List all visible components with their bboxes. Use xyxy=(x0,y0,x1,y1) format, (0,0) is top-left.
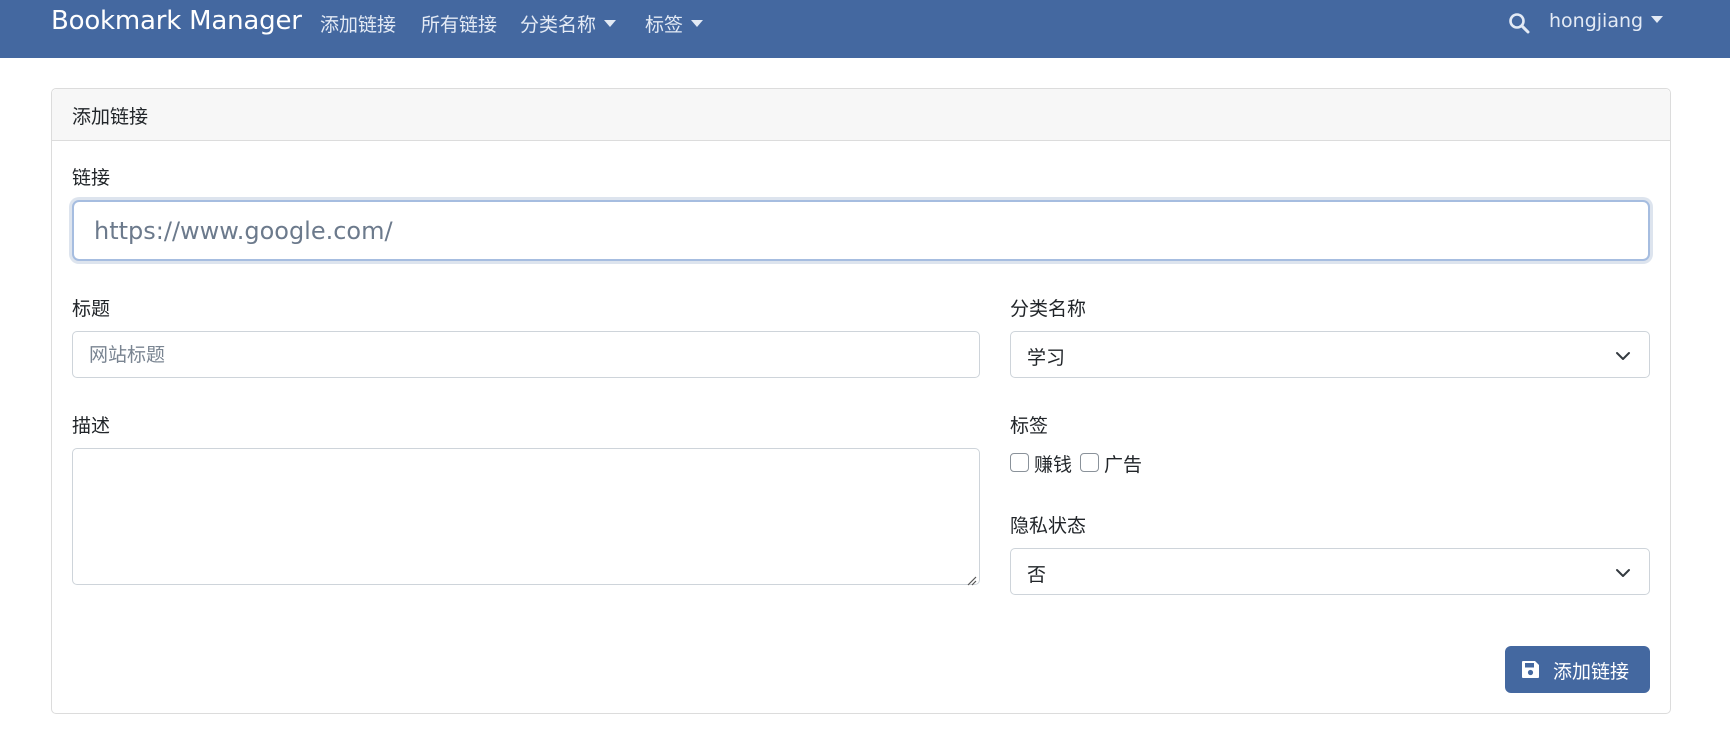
add-link-submit-button[interactable]: 添加链接 xyxy=(1505,646,1650,693)
resize-handle-icon[interactable] xyxy=(965,571,977,586)
tag-label-ads[interactable]: 广告 xyxy=(1104,450,1142,477)
privacy-label: 隐私状态 xyxy=(1010,515,1087,537)
title-label: 标题 xyxy=(72,298,111,320)
privacy-select[interactable]: 否 xyxy=(1010,548,1650,595)
caret-down-icon xyxy=(604,20,617,27)
nav-tags-dropdown[interactable]: 标签 xyxy=(645,10,704,37)
nav-add-link[interactable]: 添加链接 xyxy=(320,10,396,37)
nav-all-links[interactable]: 所有链接 xyxy=(421,10,497,37)
category-select[interactable]: 学习 xyxy=(1010,331,1650,378)
url-input[interactable] xyxy=(72,200,1650,261)
nav-add-link-label: 添加链接 xyxy=(320,14,397,36)
user-menu-dropdown[interactable]: hongjiang xyxy=(1549,10,1664,32)
caret-down-icon xyxy=(1651,16,1664,23)
nav-categories-dropdown[interactable]: 分类名称 xyxy=(520,10,617,37)
brand-logo[interactable]: Bookmark Manager xyxy=(51,6,302,36)
tags-label: 标签 xyxy=(1010,415,1049,437)
caret-down-icon xyxy=(691,20,704,27)
card-header: 添加链接 xyxy=(52,89,1670,141)
nav-categories-label: 分类名称 xyxy=(520,14,597,36)
save-icon xyxy=(1521,660,1540,679)
add-link-card: 添加链接 xyxy=(51,88,1671,714)
chevron-down-icon xyxy=(1615,348,1631,364)
navbar: Bookmark Manager 添加链接 所有链接 分类名称 标签 hongj… xyxy=(0,0,1730,58)
search-icon[interactable] xyxy=(1508,12,1530,34)
category-select-value: 学习 xyxy=(1027,347,1066,369)
nav-all-links-label: 所有链接 xyxy=(421,14,498,36)
category-label: 分类名称 xyxy=(1010,298,1087,320)
username-label: hongjiang xyxy=(1549,10,1644,32)
chevron-down-icon xyxy=(1615,565,1631,581)
url-label: 链接 xyxy=(72,167,111,189)
tag-checkbox-earn-money[interactable] xyxy=(1010,453,1029,472)
description-textarea[interactable] xyxy=(72,448,980,585)
card-title: 添加链接 xyxy=(72,106,149,128)
title-input[interactable] xyxy=(72,331,980,378)
nav-tags-label: 标签 xyxy=(645,14,684,36)
tag-checkbox-ads[interactable] xyxy=(1080,453,1099,472)
submit-label: 添加链接 xyxy=(1553,661,1630,683)
description-label: 描述 xyxy=(72,415,111,437)
privacy-select-value: 否 xyxy=(1027,564,1047,586)
tag-label-earn-money[interactable]: 赚钱 xyxy=(1034,450,1072,477)
